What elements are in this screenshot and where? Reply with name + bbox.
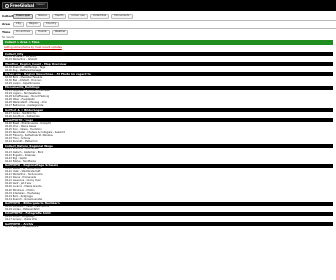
nav-button-health[interactable]: Health [51,13,67,19]
gallery-list: Collect_City 05-01 St.Gallen - 62 Jahre 05… [3,52,333,280]
breadcrumb: Collect > Area > Time [3,40,333,45]
gallery-section: Weather_Region_Coast - Map Overview 04-30… [3,62,333,72]
gallery-section: Collect_City 05-01 St.Gallen - 62 Jahre 05… [3,52,333,62]
nav-label-area: Area [2,21,10,26]
gallery-section: webPHOTO / Lugo 04-26 Basel - Rheinbrueck… [3,118,333,144]
gallery-section: GoPHOTO - Archiv 04-17 Bregenz - Seebuehn… [3,221,333,229]
nav-button-nature[interactable]: Nature [35,13,50,19]
app-logo[interactable]: FreeGlobal Viewer [2,2,48,9]
nav-row-collect: Collect Municipal Nature Health Urban us… [2,13,133,19]
app-title: FreeGlobal [10,2,35,8]
nav-button-on-archive[interactable]: On archive [13,29,34,35]
globe-icon [5,3,9,8]
nav-button-weather[interactable]: Weather [51,29,69,35]
app-subtitle: Viewer [36,3,45,7]
top-bar: FreeGlobal Viewer [0,0,336,11]
status-text: No results [2,35,15,39]
list-item[interactable]: 04-17 Bregenz - Seebuehne [3,226,333,229]
gallery-section: Collect_Nature_Regional Wege 04-24 Rheinf… [3,144,333,163]
notice-link[interactable]: Listing some photos by most recent updat… [4,46,62,50]
nav-button-monuments[interactable]: Monuments [111,13,133,19]
gallery-section: GoPHOTO - Regionaltage Schweiz 04-22 Bade… [3,163,333,202]
nav-row-area: Area City Region Country [2,21,60,27]
nav-button-tourist[interactable]: Tourist [35,29,50,35]
gallery-section: fotoPHOTO - Fotografie Sicht 04-18 Como -… [3,211,333,222]
nav-label-collect: Collect [2,13,14,18]
nav-button-country[interactable]: Country [42,21,60,27]
nav-label-time: Time [2,29,11,34]
nav-button-region[interactable]: Region [26,21,41,27]
gallery-section: Monuments_Buildings 04-29 Appenzell - Kir… [3,85,333,109]
nav-button-city[interactable]: City [13,21,25,27]
gallery-section: GoPHOTO - Bildergalerie Nachbarn 04-18 Ko… [3,201,333,212]
nav-button-municipal[interactable]: Municipal [13,13,34,19]
gallery-section: GoPhot & :: Bilderbogen 04-27 Aarau - Sta… [3,108,333,118]
nav-button-collectible[interactable]: Collectible [89,13,110,19]
nav-button-urban-use[interactable]: Urban use [68,13,88,19]
gallery-section: Urban use - Region Neuschnee - At Photo … [3,72,333,85]
